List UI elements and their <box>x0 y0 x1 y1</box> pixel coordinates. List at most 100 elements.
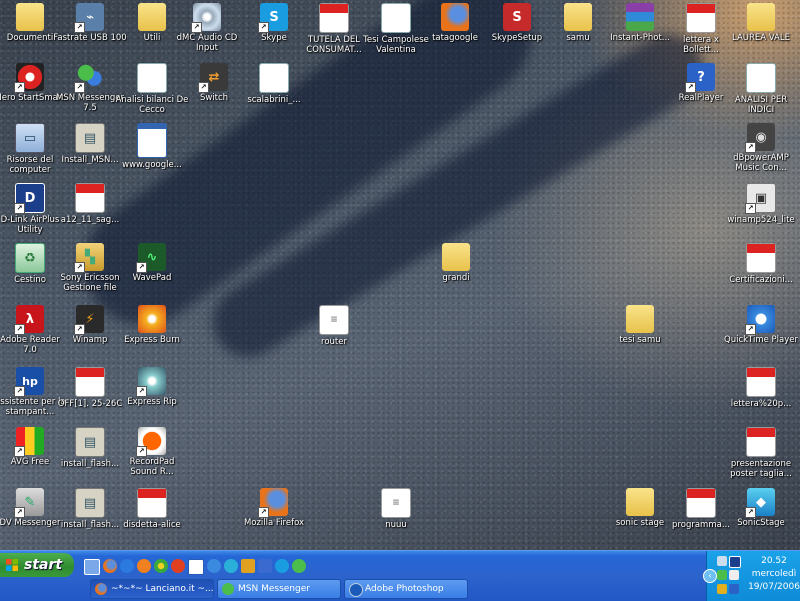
start-label: start <box>24 557 63 573</box>
desktop-icon-a12-sag[interactable]: PDF a12_11_sag... <box>53 183 127 225</box>
task-button-msn[interactable]: MSN Messenger <box>217 579 341 599</box>
desktop-icon-express-burn[interactable]: Express Burn <box>115 305 189 345</box>
desktop-icon-recordpad[interactable]: ↗ RecordPad Sound R... <box>115 427 189 477</box>
skype-icon: S ↗ <box>258 3 288 33</box>
word-doc-icon: W <box>381 3 411 33</box>
start-button[interactable]: start <box>0 553 74 577</box>
outlook-icon[interactable] <box>258 559 272 573</box>
installer-icon: ▤ <box>75 427 105 457</box>
installer-icon: ▣ ↗ <box>745 183 776 214</box>
browser-window-icon <box>137 123 167 158</box>
volume-icon[interactable] <box>729 570 739 580</box>
icon-label: RecordPad Sound R... <box>129 457 175 477</box>
folder-icon <box>564 3 592 31</box>
clock[interactable]: 20.52 mercoledì 19/07/2006 <box>747 555 800 594</box>
taskbar: start ~*~*~ Lanciano.it ~... MSN Messeng… <box>0 550 800 601</box>
icon-label: Certificazioni... <box>729 275 793 285</box>
desktop-icon-wavepad[interactable]: ∿ ↗ WavePad <box>115 243 189 283</box>
task-label: ~*~*~ Lanciano.it ~... <box>111 584 214 594</box>
tool-icon[interactable] <box>241 559 255 573</box>
help-icon[interactable] <box>275 559 289 573</box>
desktop-icon-express-rip[interactable]: ↗ Express Rip <box>115 367 189 407</box>
folder-icon <box>442 243 470 271</box>
icon-label: grandi <box>442 273 470 283</box>
avg-tray-icon[interactable] <box>717 584 727 594</box>
nero-icon: ↗ <box>14 63 44 93</box>
desktop-icon-scalabrini[interactable]: W scalabrini_... <box>237 63 311 105</box>
word-doc-icon: W <box>259 63 289 93</box>
installer-box-icon: S <box>503 3 531 31</box>
desktop-icon-tesi-samu[interactable]: tesi samu <box>603 305 677 345</box>
icon-label: tesi samu <box>619 335 661 345</box>
pdf-icon: PDF <box>746 367 776 397</box>
icon-label: winamp524_lite <box>727 215 795 225</box>
desktop-icon-www-google[interactable]: www.google... <box>115 123 189 170</box>
msn-buddy-icon: ↗ <box>74 63 104 93</box>
pdf-icon: PDF <box>686 3 716 33</box>
ie-icon[interactable] <box>207 559 221 573</box>
desktop-icon-quicktime[interactable]: ↗ QuickTime Player <box>724 305 798 355</box>
desktop-icon-mozilla-firefox[interactable]: ↗ Mozilla Firefox <box>237 488 311 528</box>
adobe-reader-icon: λ ↗ <box>14 305 44 335</box>
rip-disc-icon: ↗ <box>136 367 166 397</box>
pdf-icon: PDF <box>75 183 105 213</box>
waveform-icon: ∿ ↗ <box>136 243 166 273</box>
desktop-icon-disdetta-alice[interactable]: PDF disdetta-alice <box>115 488 189 530</box>
desktop-icon-lettera-p[interactable]: PDF lettera%20p... <box>724 367 798 409</box>
clock-date: 19/07/2006 <box>748 582 800 592</box>
text-file-icon: ≡ <box>381 488 411 518</box>
desktop-icon-nuuu[interactable]: ≡ nuuu <box>359 488 433 530</box>
text-file-icon: ≡ <box>319 305 349 335</box>
record-icon[interactable] <box>171 559 185 573</box>
icon-label: disdetta-alice <box>123 520 181 530</box>
pdf-icon: PDF <box>746 427 776 457</box>
desktop-icon-dmc-audio[interactable]: ↗ dMC Audio CD Input <box>170 3 244 53</box>
word-icon[interactable] <box>188 559 204 575</box>
desktop-icon-presentazione[interactable]: PDF presentazione poster taglia... <box>724 427 798 479</box>
hp-icon: hp ↗ <box>14 367 44 397</box>
desktop-icon-router[interactable]: ≡ router <box>297 305 371 347</box>
show-hidden-icons-button[interactable]: ‹ <box>703 569 717 583</box>
realplayer-tray-icon[interactable] <box>729 584 739 594</box>
desktop-icon-grandi[interactable]: grandi <box>419 243 493 283</box>
msn-icon[interactable] <box>292 559 306 573</box>
icon-label: presentazione poster taglia... <box>730 459 792 479</box>
desktop-icon-dbpoweramp[interactable]: ◉ ↗ dBpowerAMP Music Con... <box>724 123 798 173</box>
firefox-icon <box>95 583 107 595</box>
show-desktop-icon[interactable] <box>84 559 100 575</box>
msn-tray-icon[interactable] <box>717 570 727 580</box>
desktop-icon-winamp-lite[interactable]: ▣ ↗ winamp524_lite <box>724 183 798 225</box>
icon-label: lettera%20p... <box>730 399 792 409</box>
desktop-icon-sonicstage[interactable]: ◆ ↗ SonicStage <box>724 488 798 528</box>
network-icon[interactable] <box>717 556 727 566</box>
task-label: MSN Messenger <box>238 584 310 594</box>
ie-icon[interactable] <box>120 559 134 573</box>
desktop: Documenti ⌁ ↗ Fastrate USB 100 Utili ↗ dM… <box>0 0 800 550</box>
firefox-icon <box>441 3 469 31</box>
dv-messenger-icon: ✎ ↗ <box>14 488 44 518</box>
desktop-icon-analisi-indici[interactable]: W ANALISI PER INDICI <box>724 63 798 115</box>
media-icon[interactable] <box>137 559 151 573</box>
dlink-icon: D ↗ <box>14 183 45 214</box>
task-button-firefox[interactable]: ~*~*~ Lanciano.it ~... <box>90 579 214 599</box>
firefox-icon[interactable] <box>103 559 117 573</box>
pdf-icon: PDF <box>137 488 167 518</box>
task-button-photoshop[interactable]: Adobe Photoshop <box>344 579 468 599</box>
realplayer-icon: ? ↗ <box>685 63 715 93</box>
my-computer-icon: ▭ <box>15 123 45 153</box>
pdf-icon: PDF <box>686 488 716 518</box>
winrar-archive-icon <box>626 3 654 31</box>
globe-icon[interactable] <box>224 559 238 573</box>
icon-label: LAUREA VALE <box>732 33 790 43</box>
desktop-icon-laurea-vale[interactable]: LAUREA VALE <box>724 3 798 43</box>
switch-app-icon: ⇄ ↗ <box>198 63 228 93</box>
icon-label: nuuu <box>385 520 407 530</box>
icon-label: dMC Audio CD Input <box>176 33 238 53</box>
dlink-tray-icon[interactable] <box>729 556 741 568</box>
desktop-icon-certificazioni[interactable]: PDF Certificazioni... <box>724 243 798 285</box>
folder-icon <box>16 3 44 31</box>
file-manager-icon: ▚ ↗ <box>74 243 104 273</box>
flower-icon[interactable] <box>154 559 168 573</box>
folder-icon <box>138 3 166 31</box>
excel-doc-icon: X <box>137 63 167 93</box>
